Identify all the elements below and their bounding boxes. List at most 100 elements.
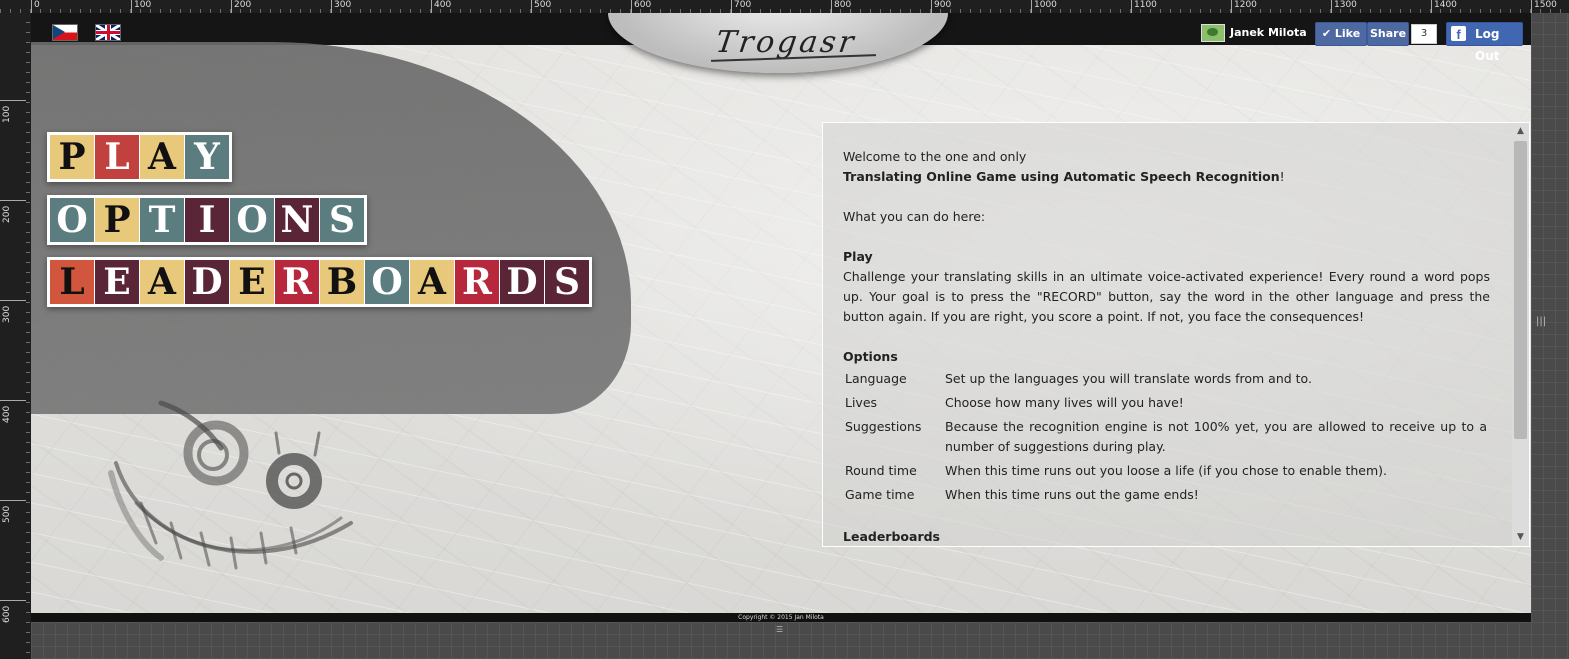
- ruler-vtick-label: 300: [2, 305, 12, 323]
- menu-letter-tile: B: [320, 260, 364, 304]
- ruler-tick-label: 700: [731, 0, 751, 13]
- option-row: Suggestions Because the recognition engin…: [845, 415, 1487, 459]
- play-description: Challenge your translating skills in an …: [843, 269, 1490, 324]
- ruler-vtick: 600: [0, 600, 26, 623]
- ruler-tick-label: 500: [531, 0, 551, 13]
- resize-handle-icon[interactable]: |||: [1536, 316, 1546, 327]
- game-description: Translating Online Game using Automatic …: [843, 169, 1280, 184]
- ruler-tick-label: 0: [31, 0, 40, 13]
- ruler-vtick: 200: [0, 200, 26, 223]
- menu-letter-tile: O: [50, 198, 94, 242]
- ruler-tick-label: 100: [131, 0, 151, 13]
- option-description: Set up the languages you will translate …: [945, 371, 1312, 386]
- bottom-resize-handle-icon[interactable]: ☰: [776, 625, 783, 634]
- menu-letter-tile: D: [500, 260, 544, 304]
- menu-letter-tile: L: [95, 135, 139, 179]
- menu-letter-tile: Y: [185, 135, 229, 179]
- menu-letter-tile: O: [230, 198, 274, 242]
- options-table: Language Set up the languages you will tr…: [845, 367, 1487, 507]
- menu-letter-tile: S: [545, 260, 589, 304]
- menu-letter-tile: P: [50, 135, 94, 179]
- menu-letter-tile: A: [140, 260, 184, 304]
- facebook-icon: f: [1451, 26, 1466, 42]
- menu-letter-tile: A: [410, 260, 454, 304]
- like-label: Like: [1334, 27, 1361, 40]
- ruler-vtick: 300: [0, 300, 26, 323]
- option-description: When this time runs out you loose a life…: [945, 463, 1387, 478]
- facebook-share-button[interactable]: Share: [1367, 22, 1409, 46]
- option-description: When this time runs out the game ends!: [945, 487, 1199, 502]
- option-row: Lives Choose how many lives will you have…: [845, 391, 1487, 415]
- play-menu-button[interactable]: PLAY: [47, 132, 232, 182]
- menu-letter-tile: O: [365, 260, 409, 304]
- ruler-tick-label: 1400: [1431, 0, 1457, 13]
- menu-letter-tile: R: [455, 260, 499, 304]
- right-gutter: [1531, 13, 1569, 659]
- ruler-vtick: 400: [0, 400, 26, 423]
- menu-letter-tile: D: [185, 260, 229, 304]
- sketched-skull-face-icon: [108, 400, 353, 570]
- ruler-tick-label: 1100: [1131, 0, 1157, 13]
- info-panel: Welcome to the one and only Translating …: [822, 122, 1530, 547]
- facebook-like-button[interactable]: ✔ Like: [1315, 22, 1367, 46]
- option-name: Round time: [845, 463, 917, 478]
- welcome-exclamation: !: [1279, 169, 1285, 184]
- option-row: Round time When this time runs out you lo…: [845, 459, 1487, 483]
- options-heading: Options: [843, 349, 898, 364]
- options-menu-button[interactable]: OPTIONS: [47, 195, 367, 245]
- ruler-vtick: 100: [0, 100, 26, 123]
- ruler-vtick-label: 100: [2, 105, 12, 123]
- info-scrollbar[interactable]: ▲ ▼: [1512, 123, 1529, 546]
- scrollbar-thumb[interactable]: [1514, 141, 1527, 439]
- scroll-down-arrow-icon[interactable]: ▼: [1512, 529, 1529, 546]
- copyright-text: Copyright © 2015 Jan Milota: [738, 614, 824, 621]
- menu-letter-tile: E: [230, 260, 274, 304]
- option-row: Language Set up the languages you will tr…: [845, 367, 1487, 391]
- menu-letter-tile: E: [95, 260, 139, 304]
- leaderboards-menu-button[interactable]: LEADERBOARDS: [47, 257, 592, 307]
- ruler-tick-label: 300: [331, 0, 351, 13]
- game-page: Trogasr Janek Milota ✔ Like Share 3 f Lo…: [31, 13, 1531, 622]
- left-ruler: 100 200 300 400 500 600: [0, 13, 31, 659]
- share-count: 3: [1411, 24, 1437, 44]
- menu-letter-tile: R: [275, 260, 319, 304]
- user-avatar: [1201, 24, 1225, 42]
- option-name: Lives: [845, 395, 878, 410]
- scroll-up-arrow-icon[interactable]: ▲: [1512, 123, 1529, 140]
- menu-letter-tile: S: [320, 198, 364, 242]
- option-name: Suggestions: [845, 419, 922, 434]
- menu-letter-tile: P: [95, 198, 139, 242]
- menu-letter-tile: T: [140, 198, 184, 242]
- ruler-vtick: 500: [0, 500, 26, 523]
- top-ruler: 0 100 200 300 400 500 600 700 800 900 1000 1100 1200…: [0, 0, 1569, 14]
- user-name: Janek Milota: [1230, 26, 1307, 39]
- play-heading: Play: [843, 249, 873, 264]
- welcome-title-line: Translating Online Game using Automatic …: [843, 167, 1490, 187]
- option-description: Because the recognition engine is not 10…: [945, 419, 1487, 454]
- option-name: Game time: [845, 487, 915, 502]
- facebook-logout-button[interactable]: f Log Out: [1446, 22, 1523, 63]
- ruler-tick-label: 200: [231, 0, 251, 13]
- welcome-line: Welcome to the one and only: [843, 149, 1027, 164]
- option-row: Game time When this time runs out the gam…: [845, 483, 1487, 507]
- ruler-vtick-label: 500: [2, 505, 12, 523]
- menu-letter-tile: A: [140, 135, 184, 179]
- uk-flag-icon[interactable]: [95, 24, 121, 41]
- menu-letter-tile: I: [185, 198, 229, 242]
- ruler-vtick-label: 200: [2, 205, 12, 223]
- ruler-vtick-label: 400: [2, 405, 12, 423]
- ruler-tick-label: 600: [631, 0, 651, 13]
- menu-letter-tile: L: [50, 260, 94, 304]
- ruler-tick-label: 800: [831, 0, 851, 13]
- info-scroll-area[interactable]: Welcome to the one and only Translating …: [843, 147, 1490, 545]
- logout-label: Log Out: [1475, 27, 1500, 63]
- ruler-tick-label: 1200: [1231, 0, 1257, 13]
- ruler-vtick-label: 600: [2, 605, 12, 623]
- ruler-tick-label: 900: [931, 0, 951, 13]
- ruler-tick-label: 1300: [1331, 0, 1357, 13]
- ruler-tick-label: 400: [431, 0, 451, 13]
- ruler-tick-label: 1500: [1531, 0, 1557, 13]
- czech-flag-icon[interactable]: [52, 24, 78, 41]
- option-description: Choose how many lives will you have!: [945, 395, 1184, 410]
- menu-letter-tile: N: [275, 198, 319, 242]
